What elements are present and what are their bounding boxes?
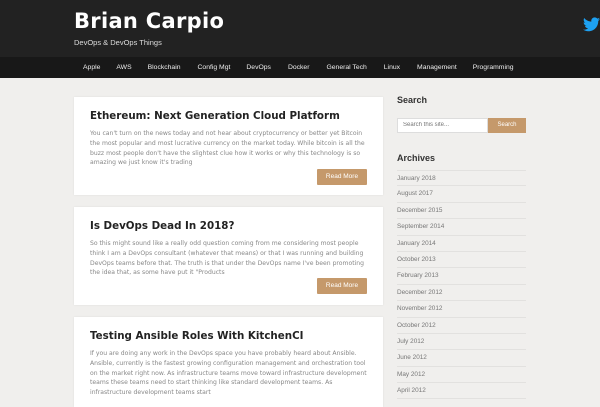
nav-item-config-mgt[interactable]: Config Mgt [198,64,231,71]
nav-item-programming[interactable]: Programming [473,64,514,71]
archive-link[interactable]: October 2013 [397,252,526,269]
nav-item-apple[interactable]: Apple [83,64,100,71]
archive-link[interactable]: December 2012 [397,285,526,302]
archive-link[interactable]: August 2017 [397,186,526,203]
post-title[interactable]: Ethereum: Next Generation Cloud Platform [90,110,340,122]
archive-link[interactable]: April 2012 [397,383,526,400]
site-title[interactable]: Brian Carpio [74,9,224,33]
read-more-button[interactable]: Read More [317,278,367,294]
post-excerpt: You can't turn on the news today and not… [90,130,365,167]
nav-item-blockchain[interactable]: Blockchain [148,64,181,71]
site-tagline: DevOps & DevOps Things [74,38,162,47]
archive-link[interactable]: November 2012 [397,301,526,318]
search-input[interactable] [397,118,488,133]
primary-nav: Apple AWS Blockchain Config Mgt DevOps D… [0,57,600,78]
post-card: Ethereum: Next Generation Cloud Platform… [74,97,383,195]
nav-item-management[interactable]: Management [417,64,457,71]
archive-link[interactable]: February 2013 [397,268,526,285]
nav-item-devops[interactable]: DevOps [246,64,271,71]
post-excerpt: If you are doing any work in the DevOps … [90,350,367,397]
post-title[interactable]: Is DevOps Dead In 2018? [90,220,234,232]
nav-menu: Apple AWS Blockchain Config Mgt DevOps D… [74,57,514,78]
archives-widget-title: Archives [397,153,436,163]
archive-link[interactable]: January 2018 [397,170,526,187]
site-header: Brian Carpio DevOps & DevOps Things [0,0,600,57]
nav-item-linux[interactable]: Linux [384,64,400,71]
post-excerpt: So this might sound like a really odd qu… [90,240,365,277]
archive-link[interactable]: June 2012 [397,350,526,367]
nav-item-docker[interactable]: Docker [288,64,310,71]
post-title[interactable]: Testing Ansible Roles With KitchenCI [90,330,303,342]
archive-link[interactable]: December 2015 [397,203,526,220]
archive-link[interactable]: October 2012 [397,318,526,334]
nav-item-general-tech[interactable]: General Tech [326,64,366,71]
post-card: Is DevOps Dead In 2018? So this might so… [74,207,383,305]
archive-list: January 2018 August 2017 December 2015 S… [397,170,526,400]
archive-link[interactable]: May 2012 [397,367,526,384]
read-more-button[interactable]: Read More [317,169,367,185]
archive-link[interactable]: September 2014 [397,219,526,236]
twitter-icon[interactable] [583,17,600,32]
post-card: Testing Ansible Roles With KitchenCI If … [74,317,383,407]
archive-link[interactable]: January 2014 [397,236,526,252]
archive-link[interactable]: July 2012 [397,334,526,351]
search-widget-title: Search [397,95,428,105]
search-button[interactable]: Search [488,118,526,133]
nav-item-aws[interactable]: AWS [116,64,131,71]
